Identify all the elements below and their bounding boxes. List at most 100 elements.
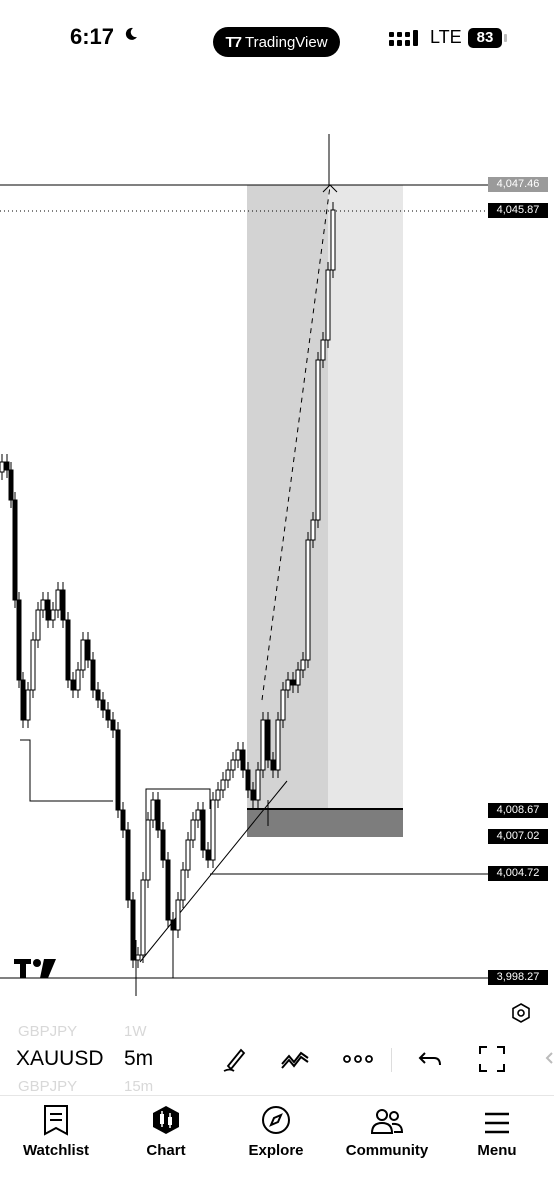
candle [300,659,306,671]
price-label: 4,007.02 [488,829,548,844]
stop-zone [247,810,403,837]
redo-icon-partial[interactable] [540,1044,554,1074]
candle [140,879,146,956]
timeframe-selector[interactable]: 5m [124,1047,153,1071]
battery-nub [504,34,507,42]
candle [85,639,91,661]
candle [45,599,51,621]
candle [60,589,66,621]
candle [20,679,26,721]
app-badge[interactable]: T7 TradingView [213,27,340,57]
candle [120,809,126,831]
symbol-selector[interactable]: XAUUSD [16,1047,104,1071]
status-time: 6:17 [70,24,115,49]
candle [195,809,201,821]
candle [100,699,106,711]
candle [180,869,186,901]
candle [80,639,86,671]
candle [150,799,156,821]
candle [185,839,191,871]
candle [75,669,81,691]
candle [16,599,22,681]
price-chart[interactable] [0,80,554,1030]
candle [265,719,271,761]
candle [90,659,96,691]
community-icon [370,1109,404,1134]
candle [275,719,281,771]
candle [285,679,291,691]
candle [25,689,31,721]
ghost-timeframe-below: 15m [124,1078,154,1095]
candle [245,769,251,791]
tab-community[interactable]: Community [337,1100,437,1159]
toolbar-divider [391,1048,392,1072]
candle [220,779,226,791]
candle [4,461,10,471]
tab-watchlist[interactable]: Watchlist [6,1100,106,1159]
price-label: 3,998.27 [488,970,548,985]
signal-icon [389,30,418,46]
tab-label: Community [345,1142,429,1159]
candle [175,899,181,931]
candle [200,809,206,851]
candle [260,719,266,771]
tab-explore[interactable]: Explore [226,1100,326,1159]
indicators-icon[interactable] [280,1044,310,1074]
candle [240,749,246,771]
compass-icon [262,1106,290,1134]
candle [165,859,171,921]
candle [295,669,301,686]
candle [8,469,14,501]
candle [255,769,261,801]
candle [230,759,236,771]
settings-hexagon-icon[interactable] [510,1002,532,1024]
candle [210,799,216,861]
candle [55,589,61,611]
candle [0,461,5,473]
ghost-symbol-below: GBPJPY [18,1078,78,1095]
tab-menu[interactable]: Menu [447,1100,547,1159]
price-label: 4,047.46 [488,177,548,192]
candle [160,829,166,861]
network-type: LTE [430,27,462,47]
candle [190,819,196,841]
candle [290,679,296,686]
tab-label: Watchlist [22,1142,90,1159]
ghost-symbol-above: GBPJPY [18,1023,78,1040]
candle [145,819,151,881]
candle [95,689,101,701]
candle [40,599,46,611]
candle [270,759,276,771]
tab-label: Chart [146,1142,186,1159]
candle [215,789,221,801]
brush-icon[interactable] [220,1044,250,1074]
battery-icon: 83 [468,28,502,48]
candle [125,829,131,901]
candle [330,209,336,271]
candle [250,789,256,801]
candle [280,689,286,721]
chart-icon [153,1106,179,1134]
candle [135,954,141,961]
tab-chart[interactable]: Chart [116,1100,216,1159]
target-zone-extension [328,185,403,808]
candle [225,769,231,781]
more-icon[interactable] [343,1044,373,1074]
tab-label: Explore [248,1142,304,1159]
candle [115,729,121,811]
structure-line [20,739,113,802]
candle [310,519,316,541]
candle [155,799,161,831]
candle [305,539,311,661]
candle [105,709,111,721]
candle [65,619,71,681]
candle [35,609,41,641]
undo-icon[interactable] [416,1044,446,1074]
horizontal-lines [0,184,488,979]
fullscreen-icon[interactable] [477,1044,507,1074]
candle [320,339,326,361]
candle [325,269,331,341]
candle [70,679,76,691]
price-label: 4,045.87 [488,203,548,218]
candle [12,499,18,601]
